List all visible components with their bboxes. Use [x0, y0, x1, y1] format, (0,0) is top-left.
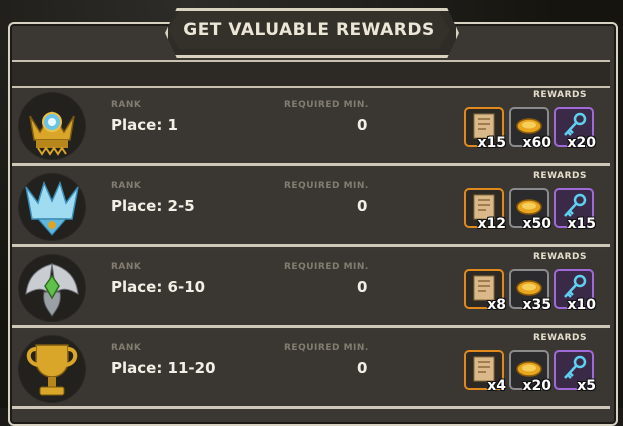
required-value: 0 [357, 359, 368, 377]
reward-coin-qty: x20 [522, 378, 551, 394]
reward-row-4: RANK Place: 11-20 REQUIRED MIN. 0 REWARD… [12, 331, 610, 409]
rank-label: RANK [111, 343, 142, 353]
rewards-label: REWARDS [533, 90, 587, 100]
rank-emblem-4 [18, 335, 86, 403]
reward-scroll-qty: x12 [477, 216, 506, 232]
reward-key[interactable]: x5 [554, 350, 596, 394]
rank-label: RANK [111, 181, 142, 191]
reward-scroll-qty: x8 [487, 297, 506, 313]
required-value: 0 [357, 197, 368, 215]
reward-coin[interactable]: x60 [509, 107, 551, 151]
reward-coin-qty: x60 [522, 135, 551, 151]
place-value: Place: 6-10 [111, 278, 206, 296]
reward-key[interactable]: x15 [554, 188, 596, 232]
rewards-label: REWARDS [533, 333, 587, 343]
place-value: Place: 1 [111, 116, 178, 134]
ice-crystal-crown-icon [19, 174, 85, 240]
panel-title: GET VALUABLE REWARDS [183, 20, 435, 40]
title-plate: GET VALUABLE REWARDS [168, 11, 450, 49]
reward-coin-qty: x50 [522, 216, 551, 232]
rewards-label: REWARDS [533, 252, 587, 262]
reward-scroll[interactable]: x4 [464, 350, 506, 394]
header-strip [12, 60, 610, 88]
required-value: 0 [357, 278, 368, 296]
reward-coin[interactable]: x35 [509, 269, 551, 313]
reward-row-1: RANK Place: 1 REQUIRED MIN. 0 REWARDS x1… [12, 88, 610, 166]
reward-scroll[interactable]: x15 [464, 107, 506, 151]
rank-label: RANK [111, 100, 142, 110]
required-value: 0 [357, 116, 368, 134]
place-value: Place: 2-5 [111, 197, 195, 215]
reward-coin[interactable]: x50 [509, 188, 551, 232]
rank-emblem-2 [18, 173, 86, 241]
reward-key-qty: x20 [567, 135, 596, 151]
rank-emblem-1 [18, 92, 86, 160]
reward-scroll[interactable]: x8 [464, 269, 506, 313]
place-value: Place: 11-20 [111, 359, 216, 377]
reward-key[interactable]: x10 [554, 269, 596, 313]
gold-crown-blue-gem-icon [19, 93, 85, 159]
required-label: REQUIRED MIN. [284, 343, 369, 353]
reward-row-2: RANK Place: 2-5 REQUIRED MIN. 0 REWARDS … [12, 169, 610, 247]
reward-scroll-qty: x4 [487, 378, 506, 394]
required-label: REQUIRED MIN. [284, 181, 369, 191]
reward-coin-qty: x35 [522, 297, 551, 313]
reward-scroll-qty: x15 [477, 135, 506, 151]
gold-trophy-icon [19, 336, 85, 402]
rank-emblem-3 [18, 254, 86, 322]
reward-row-3: RANK Place: 6-10 REQUIRED MIN. 0 REWARDS… [12, 250, 610, 328]
reward-key-qty: x15 [567, 216, 596, 232]
rank-label: RANK [111, 262, 142, 272]
reward-key-qty: x5 [577, 378, 596, 394]
reward-key[interactable]: x20 [554, 107, 596, 151]
reward-coin[interactable]: x20 [509, 350, 551, 394]
silver-winged-green-gem-icon [19, 255, 85, 321]
rewards-label: REWARDS [533, 171, 587, 181]
reward-key-qty: x10 [567, 297, 596, 313]
required-label: REQUIRED MIN. [284, 100, 369, 110]
required-label: REQUIRED MIN. [284, 262, 369, 272]
reward-scroll[interactable]: x12 [464, 188, 506, 232]
